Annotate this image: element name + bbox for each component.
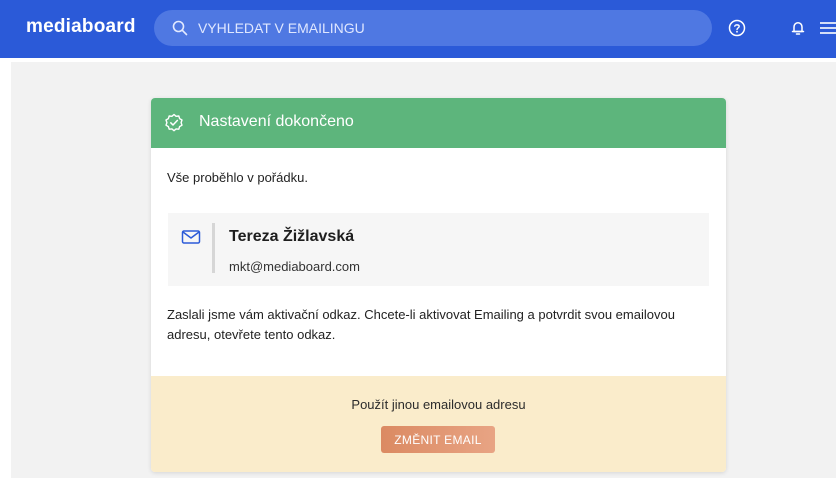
top-navigation-bar: mediaboard <box>0 0 836 62</box>
change-email-button[interactable]: ZMĚNIT EMAIL <box>381 426 495 453</box>
setup-complete-card: Nastavení dokončeno Vše proběhlo v pořád… <box>151 98 726 472</box>
contact-name: Tereza Žižlavská <box>229 228 355 245</box>
success-message: Vše proběhlo v pořádku. <box>167 170 308 185</box>
card-title: Nastavení dokončeno <box>199 113 354 130</box>
use-other-email-label: Použít jinou emailovou adresu <box>351 397 526 412</box>
menu-icon[interactable] <box>818 17 836 39</box>
help-icon[interactable] <box>726 17 748 39</box>
card-header: Nastavení dokončeno <box>151 98 726 148</box>
mail-icon <box>181 230 201 244</box>
left-side-panel <box>0 62 11 478</box>
check-badge-icon <box>165 113 183 132</box>
card-footer: Použít jinou emailovou adresu ZMĚNIT EMA… <box>151 376 726 472</box>
mediaboard-logo[interactable]: mediaboard <box>26 16 136 38</box>
search-input[interactable] <box>198 10 698 46</box>
search-icon <box>172 20 188 36</box>
search-bar[interactable] <box>154 10 712 46</box>
bell-icon[interactable] <box>787 17 809 39</box>
contact-email: mkt@mediaboard.com <box>229 259 360 274</box>
contact-box: Tereza Žižlavská mkt@mediaboard.com <box>168 213 709 286</box>
contact-divider <box>212 223 215 273</box>
top-navigation-bar-background: mediaboard <box>0 0 836 58</box>
activation-message: Zaslali jsme vám aktivační odkaz. Chcete… <box>167 307 675 342</box>
